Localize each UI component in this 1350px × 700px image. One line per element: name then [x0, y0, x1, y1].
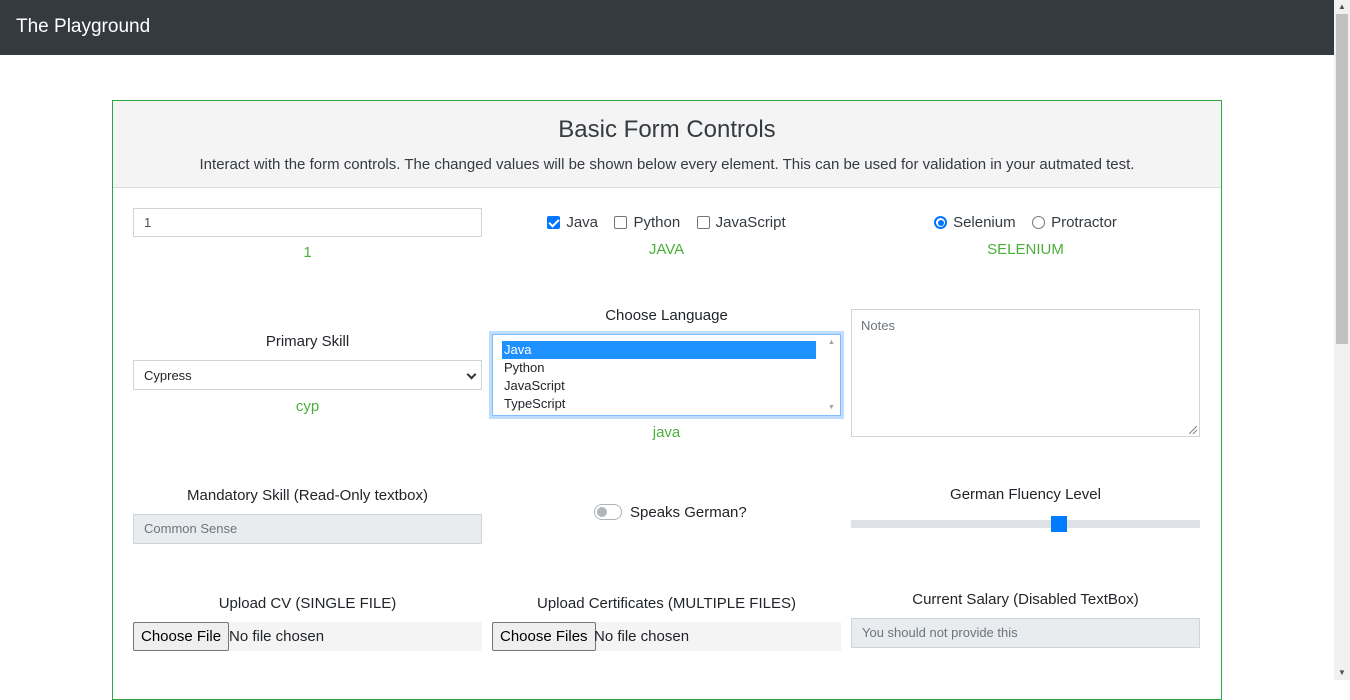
checkbox-javascript[interactable]: JavaScript [696, 214, 786, 231]
primary-skill-label: Primary Skill [265, 333, 350, 350]
radio-protractor-label[interactable]: Protractor [1051, 214, 1117, 231]
scroll-down-icon[interactable]: ▼ [1334, 666, 1350, 680]
card-title: Basic Form Controls [558, 116, 776, 143]
card-header: Basic Form Controls Interact with the fo… [113, 101, 1221, 188]
number-output: 1 [303, 244, 312, 261]
checkbox-java[interactable]: Java [547, 214, 610, 231]
navbar-brand[interactable]: The Playground [16, 16, 150, 38]
upload-certificates-label: Upload Certificates (MULTIPLE FILES) [537, 595, 796, 612]
primary-skill-value: Cypress [144, 368, 192, 383]
fluency-slider-track[interactable] [851, 520, 1200, 528]
mandatory-skill-input[interactable]: Common Sense [133, 514, 482, 544]
resize-grip-icon[interactable] [1189, 426, 1197, 434]
notes-placeholder: Notes [861, 318, 895, 333]
page-scrollbar[interactable]: ▲ ▼ [1334, 0, 1350, 680]
radio-protractor[interactable]: Protractor [1032, 214, 1117, 231]
listbox-scrollbar[interactable]: ▲ ▼ [823, 335, 840, 415]
listbox-option[interactable]: JavaScript [502, 377, 816, 395]
language-listbox[interactable]: Java Python JavaScript TypeScript ▲ ▼ [492, 334, 841, 416]
radio-output: SELENIUM [987, 241, 1064, 258]
choose-file-button[interactable]: Choose File [133, 622, 230, 651]
notes-textarea[interactable]: Notes [851, 309, 1200, 437]
primary-skill-output: cyp [295, 398, 320, 415]
salary-placeholder: You should not provide this [862, 625, 1018, 640]
fluency-label: German Fluency Level [950, 486, 1101, 503]
upload-certificates-status: No file chosen [594, 628, 690, 645]
card-subtitle: Interact with the form controls. The cha… [199, 156, 1135, 173]
scroll-thumb[interactable] [1336, 14, 1348, 344]
radio-selenium[interactable]: Selenium [934, 214, 1028, 231]
checkbox-python-box[interactable] [614, 216, 628, 229]
checkbox-output: JAVA [648, 241, 685, 258]
scroll-down-icon[interactable]: ▼ [823, 404, 840, 411]
navbar: The Playground [0, 0, 1334, 55]
choose-language-label: Choose Language [605, 307, 728, 324]
chevron-down-icon [466, 369, 477, 380]
radio-selenium-circle[interactable] [934, 216, 948, 229]
upload-cv-status: No file chosen [229, 628, 325, 645]
toggle-knob [597, 507, 607, 517]
number-input[interactable] [133, 208, 482, 237]
checkbox-javascript-label[interactable]: JavaScript [716, 214, 786, 231]
radio-protractor-circle[interactable] [1032, 216, 1046, 229]
listbox-option[interactable]: TypeScript [502, 395, 816, 413]
radio-selenium-label[interactable]: Selenium [953, 214, 1016, 231]
mandatory-skill-value: Common Sense [144, 521, 238, 536]
language-output: java [652, 424, 681, 441]
tool-radio-group: Selenium Protractor [851, 214, 1200, 232]
checkbox-java-box[interactable] [547, 216, 561, 229]
upload-certificates-input[interactable]: Choose Files No file chosen [492, 622, 841, 651]
scroll-up-icon[interactable]: ▲ [1334, 0, 1350, 14]
mandatory-skill-label: Mandatory Skill (Read-Only textbox) [187, 487, 428, 504]
listbox-option[interactable]: Java [502, 341, 816, 359]
choose-files-button[interactable]: Choose Files [492, 622, 596, 651]
listbox-option[interactable]: Python [502, 359, 816, 377]
speaks-german-toggle[interactable] [594, 504, 622, 520]
fluency-slider-thumb[interactable] [1051, 516, 1067, 532]
primary-skill-select[interactable]: Cypress [133, 360, 482, 390]
speaks-german-label[interactable]: Speaks German? [630, 504, 747, 521]
scroll-up-icon[interactable]: ▲ [823, 339, 840, 346]
checkbox-python-label[interactable]: Python [633, 214, 680, 231]
checkbox-python[interactable]: Python [614, 214, 692, 231]
checkbox-javascript-box[interactable] [696, 216, 710, 229]
salary-label: Current Salary (Disabled TextBox) [912, 591, 1139, 608]
upload-cv-label: Upload CV (SINGLE FILE) [218, 595, 397, 612]
form-card: Basic Form Controls Interact with the fo… [112, 100, 1222, 700]
upload-cv-input[interactable]: Choose File No file chosen [133, 622, 482, 651]
checkbox-java-label[interactable]: Java [566, 214, 598, 231]
salary-input: You should not provide this [851, 618, 1200, 648]
language-checkbox-group: Java Python JavaScript [492, 214, 841, 232]
